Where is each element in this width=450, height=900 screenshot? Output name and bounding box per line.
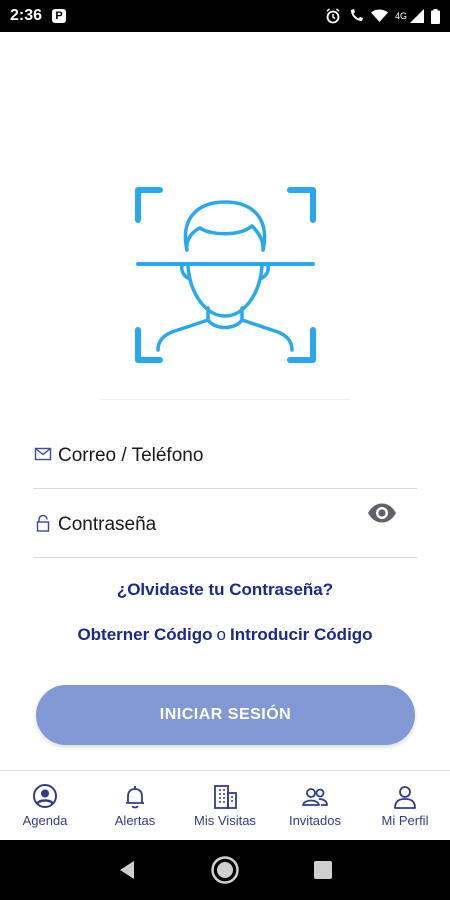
network-type: 4G — [394, 11, 407, 21]
recents-icon[interactable] — [312, 859, 334, 881]
parking-notification-icon: P — [52, 9, 67, 23]
nav-item-agenda[interactable]: Agenda — [0, 771, 90, 840]
bell-icon — [126, 786, 144, 809]
nav-label-alertas: Alertas — [114, 813, 156, 828]
password-field[interactable]: Contraseña — [33, 496, 417, 558]
email-placeholder: Correo / Teléfono — [58, 445, 204, 466]
building-icon — [214, 785, 237, 809]
or-separator: o — [216, 625, 226, 644]
password-placeholder: Contraseña — [58, 514, 157, 535]
nav-label-agenda: Agenda — [22, 813, 68, 828]
eye-icon[interactable] — [367, 502, 397, 524]
bottom-navigation: Agenda Alertas Mis Visitas Invitados Mi … — [0, 770, 450, 840]
nav-item-invitados[interactable]: Invitados — [270, 771, 360, 840]
nav-item-alertas[interactable]: Alertas — [90, 771, 180, 840]
mail-icon — [34, 447, 52, 461]
nav-label-mi-perfil: Mi Perfil — [381, 813, 429, 828]
nav-label-invitados: Invitados — [288, 813, 342, 828]
code-links: Obterner Código o Introducir Código — [0, 625, 450, 645]
status-bar: 2:36 P 4G — [0, 0, 450, 32]
battery-icon — [431, 8, 440, 24]
wifi-icon — [370, 9, 388, 22]
email-field[interactable]: Correo / Teléfono — [33, 427, 417, 489]
nav-item-mi-perfil[interactable]: Mi Perfil — [360, 771, 450, 840]
status-icons: 4G — [325, 0, 440, 32]
user-circle-icon — [33, 784, 57, 808]
face-recognition-illustration — [100, 158, 350, 400]
lock-icon — [36, 514, 50, 532]
signal-icon — [410, 9, 424, 23]
user-icon — [394, 786, 416, 809]
users-icon — [302, 788, 328, 806]
back-icon[interactable] — [116, 859, 138, 881]
login-button[interactable]: INICIAR SESIÓN — [36, 685, 415, 745]
get-code-link[interactable]: Obterner Código — [77, 625, 212, 644]
enter-code-link[interactable]: Introducir Código — [230, 625, 373, 644]
wifi-call-icon — [350, 9, 363, 21]
nav-label-mis-visitas: Mis Visitas — [194, 813, 256, 828]
nav-item-mis-visitas[interactable]: Mis Visitas — [180, 771, 270, 840]
forgot-password-link[interactable]: ¿Olvidaste tu Contraseña? — [0, 580, 450, 600]
status-time: 2:36 — [10, 7, 43, 24]
system-navigation-bar — [0, 840, 450, 900]
home-icon[interactable] — [210, 855, 240, 885]
face-scan-icon — [135, 187, 316, 363]
alarm-icon — [326, 8, 340, 24]
